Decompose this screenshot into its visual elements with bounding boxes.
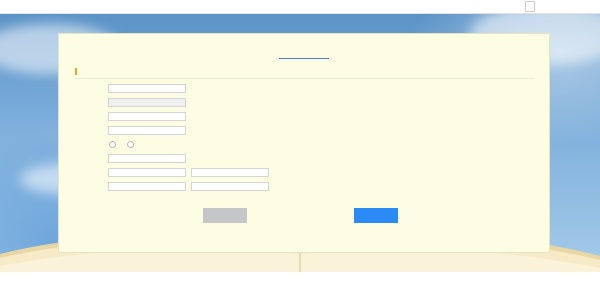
previous-button[interactable] [203, 208, 247, 223]
radio-option-1[interactable] [109, 141, 116, 148]
text-input[interactable] [108, 182, 186, 191]
form-row [59, 98, 549, 109]
top-bar [0, 0, 600, 14]
select-input[interactable] [108, 98, 186, 107]
form-row [59, 126, 549, 137]
form-row [59, 84, 549, 95]
title-underline [279, 58, 329, 59]
section-heading [75, 68, 81, 75]
radio-option-2[interactable] [127, 141, 134, 148]
form-row [59, 140, 549, 151]
form-row [59, 182, 549, 193]
form-row [59, 112, 549, 123]
form-panel [58, 33, 550, 253]
form-row [59, 168, 549, 179]
date-input[interactable] [108, 154, 186, 163]
text-input[interactable] [108, 112, 186, 121]
section-divider [75, 78, 535, 79]
text-input[interactable] [108, 168, 186, 177]
next-button[interactable] [354, 208, 398, 223]
text-input[interactable] [108, 126, 186, 135]
text-input-secondary[interactable] [191, 182, 269, 191]
text-input-secondary[interactable] [191, 168, 269, 177]
back-home-button[interactable] [525, 1, 535, 12]
footer [0, 272, 600, 287]
form-row [59, 154, 549, 165]
text-input[interactable] [108, 84, 186, 93]
